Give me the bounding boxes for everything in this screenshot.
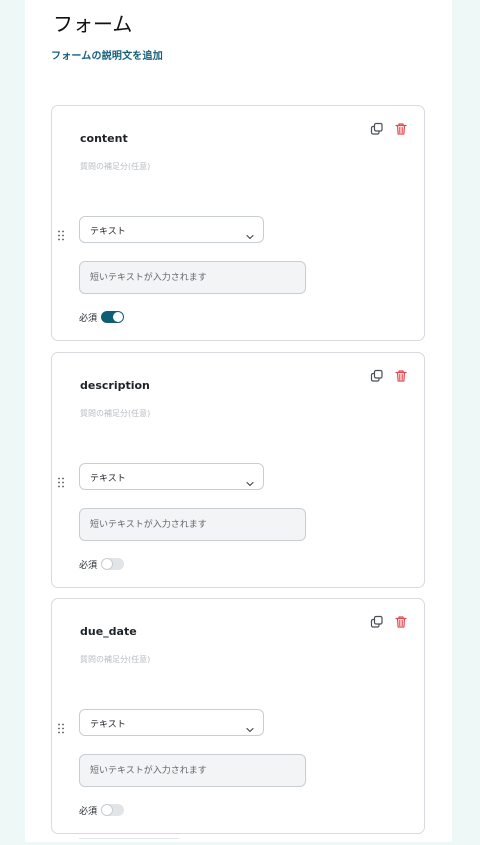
question-type-select[interactable]: テキスト	[79, 216, 264, 243]
question-subtitle-field[interactable]: 質問の補足分(任意)	[80, 161, 150, 172]
toggle-knob	[102, 805, 112, 815]
question-subtitle-field[interactable]: 質問の補足分(任意)	[80, 654, 150, 665]
question-type-select[interactable]: テキスト	[79, 709, 264, 736]
add-form-description-link[interactable]: フォームの説明文を追加	[51, 47, 163, 62]
chevron-down-icon	[245, 226, 255, 240]
required-label: 必須	[79, 561, 98, 571]
required-label: 必須	[79, 807, 98, 817]
required-toggle[interactable]	[101, 558, 124, 570]
required-label: 必須	[79, 314, 98, 324]
drag-handle-icon[interactable]	[57, 719, 65, 734]
question-title[interactable]: description	[80, 379, 150, 392]
copy-icon[interactable]	[370, 369, 384, 383]
question-card: content 質問の補足分(任意) テキスト 必須	[51, 105, 425, 341]
question-type-value: テキスト	[90, 720, 126, 730]
trash-icon[interactable]	[394, 122, 408, 136]
copy-icon[interactable]	[370, 122, 384, 136]
chevron-down-icon	[245, 473, 255, 487]
copy-icon[interactable]	[370, 615, 384, 629]
question-card: description 質問の補足分(任意) テキスト 必須	[51, 352, 425, 588]
form-title[interactable]: フォーム	[53, 8, 132, 37]
short-answer-preview-field[interactable]	[79, 508, 306, 541]
question-type-value: テキスト	[90, 227, 126, 237]
required-toggle[interactable]	[101, 804, 124, 816]
question-card: due_date 質問の補足分(任意) テキスト 必須	[51, 598, 425, 834]
toggle-knob	[113, 312, 123, 322]
form-editor-panel: フォーム フォームの説明文を追加 content 質問の補足分(任意) テキスト…	[25, 0, 452, 842]
chevron-down-icon	[245, 719, 255, 733]
toggle-knob	[102, 559, 112, 569]
question-subtitle-field[interactable]: 質問の補足分(任意)	[80, 408, 150, 419]
drag-handle-icon[interactable]	[57, 226, 65, 241]
required-toggle[interactable]	[101, 311, 124, 323]
drag-handle-icon[interactable]	[57, 473, 65, 488]
trash-icon[interactable]	[394, 369, 408, 383]
trash-icon[interactable]	[394, 615, 408, 629]
short-answer-preview-field[interactable]	[79, 261, 306, 294]
question-title[interactable]: due_date	[80, 625, 137, 638]
question-title[interactable]: content	[80, 132, 128, 145]
question-type-value: テキスト	[90, 474, 126, 484]
short-answer-preview-field[interactable]	[79, 754, 306, 787]
question-type-select[interactable]: テキスト	[79, 463, 264, 490]
